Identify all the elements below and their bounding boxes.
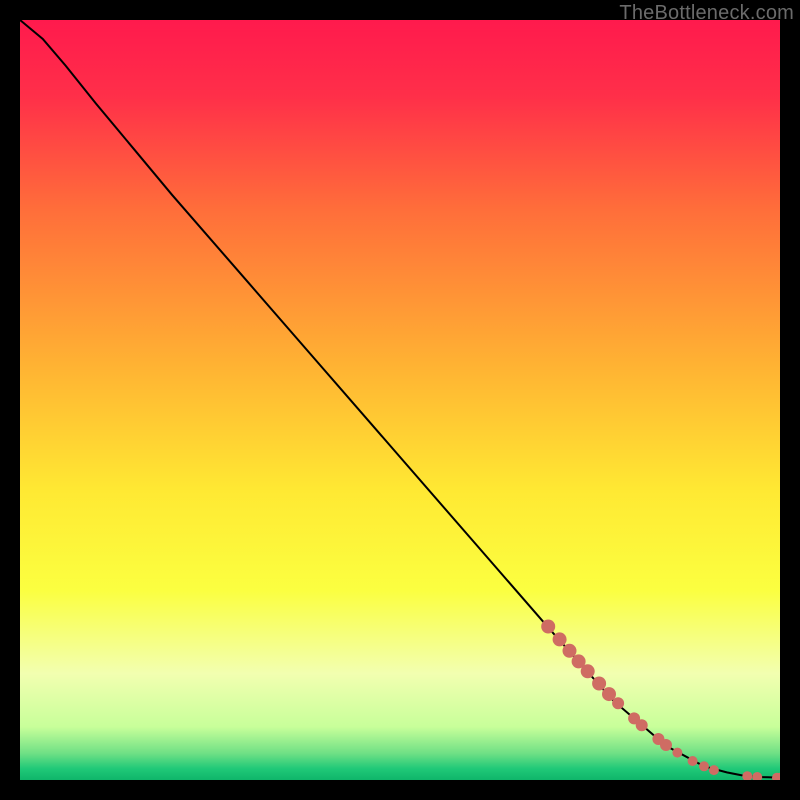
data-point [541,620,555,634]
data-point [660,739,672,751]
data-point [636,719,648,731]
data-point [672,748,682,758]
watermark-text: TheBottleneck.com [619,2,794,25]
data-point [553,632,567,646]
data-point [612,697,624,709]
data-point [581,664,595,678]
chart-frame: TheBottleneck.com [0,0,800,800]
data-point [563,644,577,658]
data-point [592,677,606,691]
data-point [699,761,709,771]
data-point [709,765,719,775]
chart-plot [20,20,780,780]
data-point [688,756,698,766]
chart-background [20,20,780,780]
